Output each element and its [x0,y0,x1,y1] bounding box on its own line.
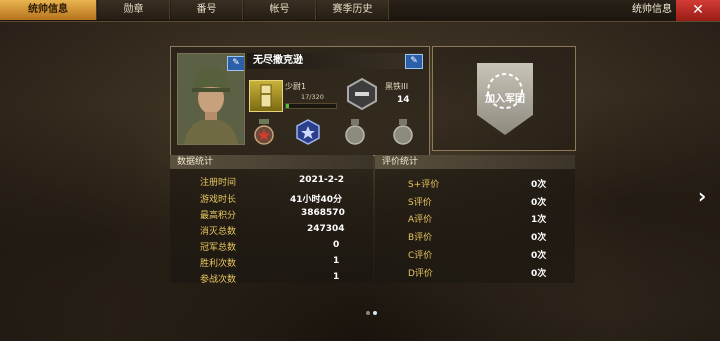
player-name: 无尽撒克逊 [253,55,303,66]
stat-label: 注册时间 [200,178,237,188]
stat-value: 2021-2-2 [299,175,345,185]
next-page-arrow-icon[interactable]: › [698,184,706,208]
xp-text: 17/320 [301,93,324,101]
stat-value: 3868570 [301,208,345,218]
rating-label: C评价 [408,251,433,261]
rating-label: S+评价 [408,180,440,190]
rank-name: 少尉1 [285,82,307,91]
stat-label: 最高积分 [200,211,237,221]
stat-label: 消灭总数 [200,227,237,237]
rank-insignia-icon [249,80,283,112]
profile-card: ✎ 无尽撒克逊 ✎ 少尉1 17/320 黑铁III 14 [170,46,430,156]
badge-red-star-icon[interactable] [253,119,275,149]
badge-blue-emblem-icon[interactable] [295,119,321,149]
tier-emblem-icon [345,77,379,115]
stat-value: 1 [333,256,340,266]
tier-name: 黑铁III [385,82,409,91]
tab-commander-info[interactable]: 统帅信息 [0,0,97,20]
stat-value: 41小时40分 [290,195,343,205]
rating-label: B评价 [408,233,433,243]
page-dot[interactable] [366,311,370,315]
rating-label: A评价 [408,215,433,225]
stat-value: 1 [333,272,340,282]
rating-label: D评价 [408,269,433,279]
join-legion-panel[interactable]: 加入军团 [432,46,576,151]
tier-value: 14 [397,95,410,105]
rating-value: 0次 [531,251,547,261]
stat-label: 胜利次数 [200,259,237,269]
xp-progress-fill [286,104,289,108]
edit-name-icon[interactable]: ✎ [405,54,423,69]
tab-account[interactable]: 帐号 [244,0,316,20]
join-legion-button[interactable]: 加入军团 [463,90,547,105]
close-button[interactable]: ✕ [676,0,720,21]
rating-value: 0次 [531,233,547,243]
stats-title: 数据统计 [170,155,373,169]
avatar[interactable]: ✎ [177,53,245,145]
rating-label: S评价 [408,198,432,208]
ratings-panel: 评价统计 S+评价 0次 S评价 0次 A评价 1次 B评价 0次 C评价 0次… [375,155,575,283]
rating-value: 1次 [531,215,547,225]
ratings-title: 评价统计 [375,155,575,169]
empty-medal-slot-icon[interactable] [344,119,366,149]
empty-medal-slot-icon[interactable] [392,119,414,149]
stat-value: 247304 [307,224,345,234]
name-bar: 无尽撒克逊 ✎ [247,53,423,69]
rating-value: 0次 [531,269,547,279]
tab-unit-number[interactable]: 番号 [171,0,243,20]
page-dot-active[interactable] [373,311,377,315]
tab-medals[interactable]: 勋章 [98,0,170,20]
page-title: 统帅信息 [632,4,672,15]
edit-avatar-icon[interactable]: ✎ [227,56,244,71]
stat-label: 参战次数 [200,275,237,285]
tab-season-history[interactable]: 赛季历史 [317,0,389,20]
rating-value: 0次 [531,198,547,208]
stats-panel: 数据统计 注册时间 2021-2-2 游戏时长 41小时40分 最高积分 386… [170,155,373,285]
tab-bar: 统帅信息 勋章 番号 帐号 赛季历史 [0,0,390,20]
top-bar: 统帅信息 勋章 番号 帐号 赛季历史 统帅信息 ✕ [0,0,720,22]
rating-value: 0次 [531,180,547,190]
xp-progress-bar [285,103,337,109]
stat-label: 冠军总数 [200,243,237,253]
stat-value: 0 [333,240,340,250]
page-indicator [366,300,380,319]
stat-label: 游戏时长 [200,195,237,205]
close-icon: ✕ [692,2,704,18]
